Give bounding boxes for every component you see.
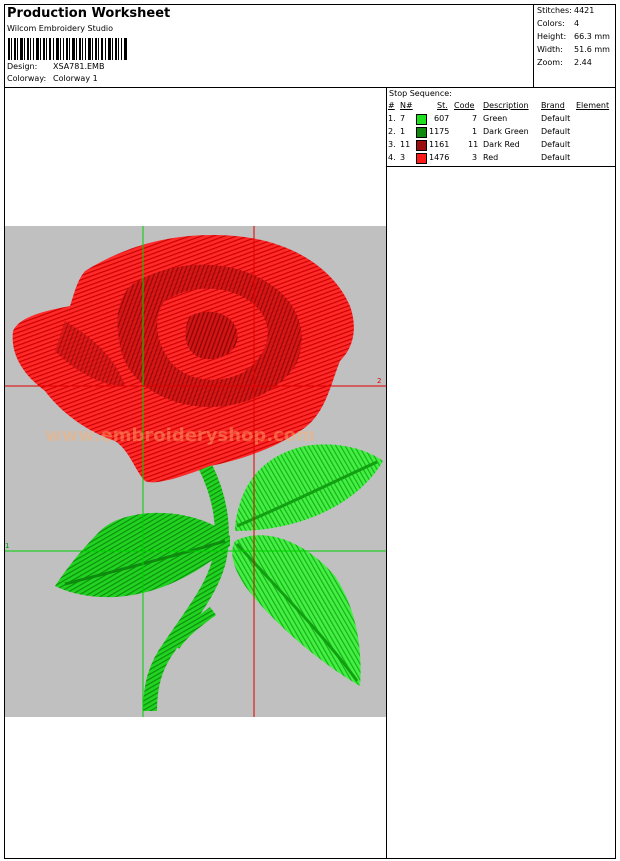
design-stats: Stitches: 4421 Colors: 4 Height: 66.3 mm Wi… [533, 4, 616, 88]
zoom-value: 2.44 [574, 58, 592, 67]
width-value: 51.6 mm [574, 45, 610, 54]
page-title: Production Worksheet [7, 6, 171, 21]
table-row: 4. 3 1476 3 Red Default [387, 153, 616, 166]
colorway-label: Colorway: [7, 74, 47, 83]
row-code: 7 [472, 114, 478, 123]
worksheet-header: Production Worksheet Wilcom Embroidery S… [4, 4, 616, 88]
col-header-brand: Brand [541, 101, 565, 110]
row-num: 2. [388, 127, 396, 136]
colors-label: Colors: [537, 19, 565, 28]
design-value: XSA781.EMB [53, 62, 105, 71]
row-description: Red [483, 153, 499, 162]
height-label: Height: [537, 32, 567, 41]
col-header-st: St. [437, 101, 448, 110]
row-n: 7 [400, 114, 406, 123]
row-n: 3 [400, 153, 406, 162]
row-code: 1 [472, 127, 478, 136]
row-num: 4. [388, 153, 396, 162]
design-line: Design: XSA781.EMB [7, 62, 104, 71]
stop-sequence-title: Stop Sequence: [389, 89, 452, 98]
colorway-line: Colorway: Colorway 1 [7, 74, 98, 83]
row-stitches: 607 [434, 114, 450, 123]
barcode-icon [8, 38, 127, 60]
row-n: 1 [400, 127, 406, 136]
color-swatch [416, 153, 427, 164]
software-name: Wilcom Embroidery Studio [7, 24, 114, 33]
row-stitches: 1476 [429, 153, 450, 162]
stitches-label: Stitches: [537, 6, 572, 15]
row-brand: Default [541, 153, 571, 162]
marker-left: 1 [5, 542, 10, 550]
color-swatch [416, 127, 427, 138]
color-swatch [416, 140, 427, 151]
height-value: 66.3 mm [574, 32, 610, 41]
watermark-text: www.embroideryshop.com [45, 425, 315, 446]
colors-value: 4 [574, 19, 580, 28]
design-preview: www.embroideryshop.com 2 1 [5, 226, 386, 717]
stitches-value: 4421 [574, 6, 595, 15]
row-brand: Default [541, 127, 571, 136]
col-header-num: # [388, 101, 395, 110]
row-description: Dark Green [483, 127, 529, 136]
row-description: Green [483, 114, 508, 123]
stop-sequence-table: Stop Sequence: # N# St. Code Description… [387, 88, 616, 167]
row-stitches: 1161 [429, 140, 450, 149]
row-stitches: 1175 [429, 127, 450, 136]
col-header-n: N# [400, 101, 413, 110]
colorway-value: Colorway 1 [53, 74, 98, 83]
row-description: Dark Red [483, 140, 520, 149]
table-row: 3. 11 1161 11 Dark Red Default [387, 140, 616, 153]
color-swatch [416, 114, 427, 125]
col-header-code: Code [454, 101, 475, 110]
column-divider [386, 87, 387, 859]
row-code: 11 [468, 140, 479, 149]
row-num: 3. [388, 140, 396, 149]
col-header-description: Description [483, 101, 529, 110]
row-code: 3 [472, 153, 478, 162]
width-label: Width: [537, 45, 563, 54]
row-brand: Default [541, 114, 571, 123]
row-brand: Default [541, 140, 571, 149]
design-label: Design: [7, 62, 38, 71]
col-header-element: Element [576, 101, 610, 110]
table-row: 1. 7 607 7 Green Default [387, 114, 616, 127]
row-num: 1. [388, 114, 396, 123]
table-row: 2. 1 1175 1 Dark Green Default [387, 127, 616, 140]
row-n: 11 [400, 140, 411, 149]
zoom-label: Zoom: [537, 58, 563, 67]
rose-embroidery-image: www.embroideryshop.com [5, 226, 386, 717]
marker-right: 2 [377, 377, 382, 385]
